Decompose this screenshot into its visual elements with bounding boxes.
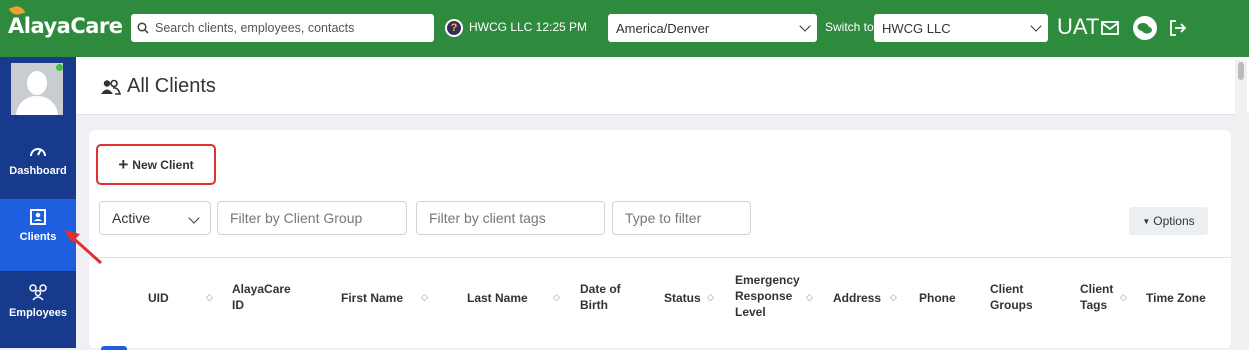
scrollbar-thumb[interactable] <box>1238 62 1244 80</box>
chevron-down-icon <box>1030 20 1042 32</box>
avatar[interactable] <box>11 63 63 115</box>
client-group-filter-input[interactable]: Filter by Client Group <box>217 201 407 235</box>
status-filter-value: Active <box>112 210 151 226</box>
help-icon[interactable]: ? <box>445 19 463 37</box>
status-filter-select[interactable]: Active <box>99 201 211 235</box>
column-header-uid[interactable]: UID <box>148 290 169 306</box>
column-header-phone[interactable]: Phone <box>919 290 956 306</box>
avatar-body-icon <box>16 96 58 115</box>
chevron-down-icon <box>188 212 200 224</box>
sort-icon[interactable]: ◇ <box>421 292 428 303</box>
sidebar-item-label: Clients <box>19 231 57 243</box>
environment-label: UAT <box>1057 14 1100 39</box>
client-group-placeholder: Filter by Client Group <box>230 210 363 226</box>
page-header <box>76 57 1249 115</box>
text-filter-placeholder: Type to filter <box>625 210 702 226</box>
sidebar-item-dashboard[interactable]: Dashboard <box>0 135 76 199</box>
column-header-client-tags[interactable]: Client Tags <box>1080 281 1113 313</box>
column-header-date-of-birth[interactable]: Date of Birth <box>580 281 621 313</box>
sidebar-item-label: Dashboard <box>9 165 67 177</box>
avatar-head-icon <box>27 71 47 95</box>
sidebar-item-employees[interactable]: Employees <box>0 277 76 341</box>
new-client-button[interactable]: + New Client <box>96 144 216 185</box>
page-title-text: All Clients <box>127 75 216 97</box>
switch-company-value: HWCG LLC <box>882 20 951 36</box>
column-header-address[interactable]: Address <box>833 290 881 306</box>
new-client-label: New Client <box>132 157 194 172</box>
column-header-last-name[interactable]: Last Name <box>467 290 528 306</box>
client-tags-placeholder: Filter by client tags <box>429 210 546 226</box>
scrollbar[interactable] <box>1235 60 1247 348</box>
alayacare-logo[interactable]: AlayaCare <box>8 3 123 38</box>
options-button[interactable]: ▼ Options <box>1129 207 1208 235</box>
timezone-select[interactable]: America/Denver <box>608 14 817 42</box>
column-header-first-name[interactable]: First Name <box>341 290 403 306</box>
sort-icon[interactable]: ◇ <box>1120 292 1127 303</box>
column-header-alayacare-id[interactable]: AlayaCare ID <box>232 281 291 313</box>
sort-icon[interactable]: ◇ <box>206 292 213 303</box>
text-filter-input[interactable]: Type to filter <box>612 201 751 235</box>
row-checkbox[interactable] <box>101 346 127 350</box>
timezone-value: America/Denver <box>616 20 710 36</box>
page-title: All Clients <box>101 75 216 98</box>
column-header-emergency-response-level[interactable]: Emergency Response Level <box>735 272 800 320</box>
client-tags-filter-input[interactable]: Filter by client tags <box>416 201 605 235</box>
search-icon <box>137 22 149 34</box>
sort-icon[interactable]: ◇ <box>707 292 714 303</box>
chat-icon[interactable] <box>1133 16 1157 40</box>
sort-icon[interactable]: ◇ <box>806 292 813 303</box>
chevron-down-icon <box>799 20 811 32</box>
column-header-client-groups[interactable]: Client Groups <box>990 281 1033 313</box>
dashboard-icon <box>30 148 46 157</box>
sort-icon[interactable]: ◇ <box>890 292 897 303</box>
logout-icon[interactable] <box>1169 19 1187 37</box>
column-header-time-zone[interactable]: Time Zone <box>1146 290 1206 306</box>
clients-icon <box>30 209 46 225</box>
switch-company-select[interactable]: HWCG LLC <box>874 14 1048 42</box>
options-label: Options <box>1153 214 1195 228</box>
users-icon <box>101 79 121 95</box>
mail-icon[interactable] <box>1101 20 1119 36</box>
sidebar-item-clients[interactable]: Clients <box>0 199 76 271</box>
caret-down-icon: ▼ <box>1142 216 1151 226</box>
search-placeholder: Search clients, employees, contacts <box>155 21 355 35</box>
employees-icon <box>29 284 47 301</box>
sidebar-item-label: Employees <box>8 307 68 319</box>
logo-text: AlayaCare <box>8 14 123 38</box>
switch-label: Switch to <box>825 20 874 34</box>
column-header-status[interactable]: Status <box>664 290 701 306</box>
online-status-icon <box>56 64 63 71</box>
sort-icon[interactable]: ◇ <box>553 292 560 303</box>
company-time: HWCG LLC 12:25 PM <box>469 20 588 34</box>
plus-icon: + <box>118 154 129 174</box>
global-search-input[interactable]: Search clients, employees, contacts <box>131 14 434 42</box>
